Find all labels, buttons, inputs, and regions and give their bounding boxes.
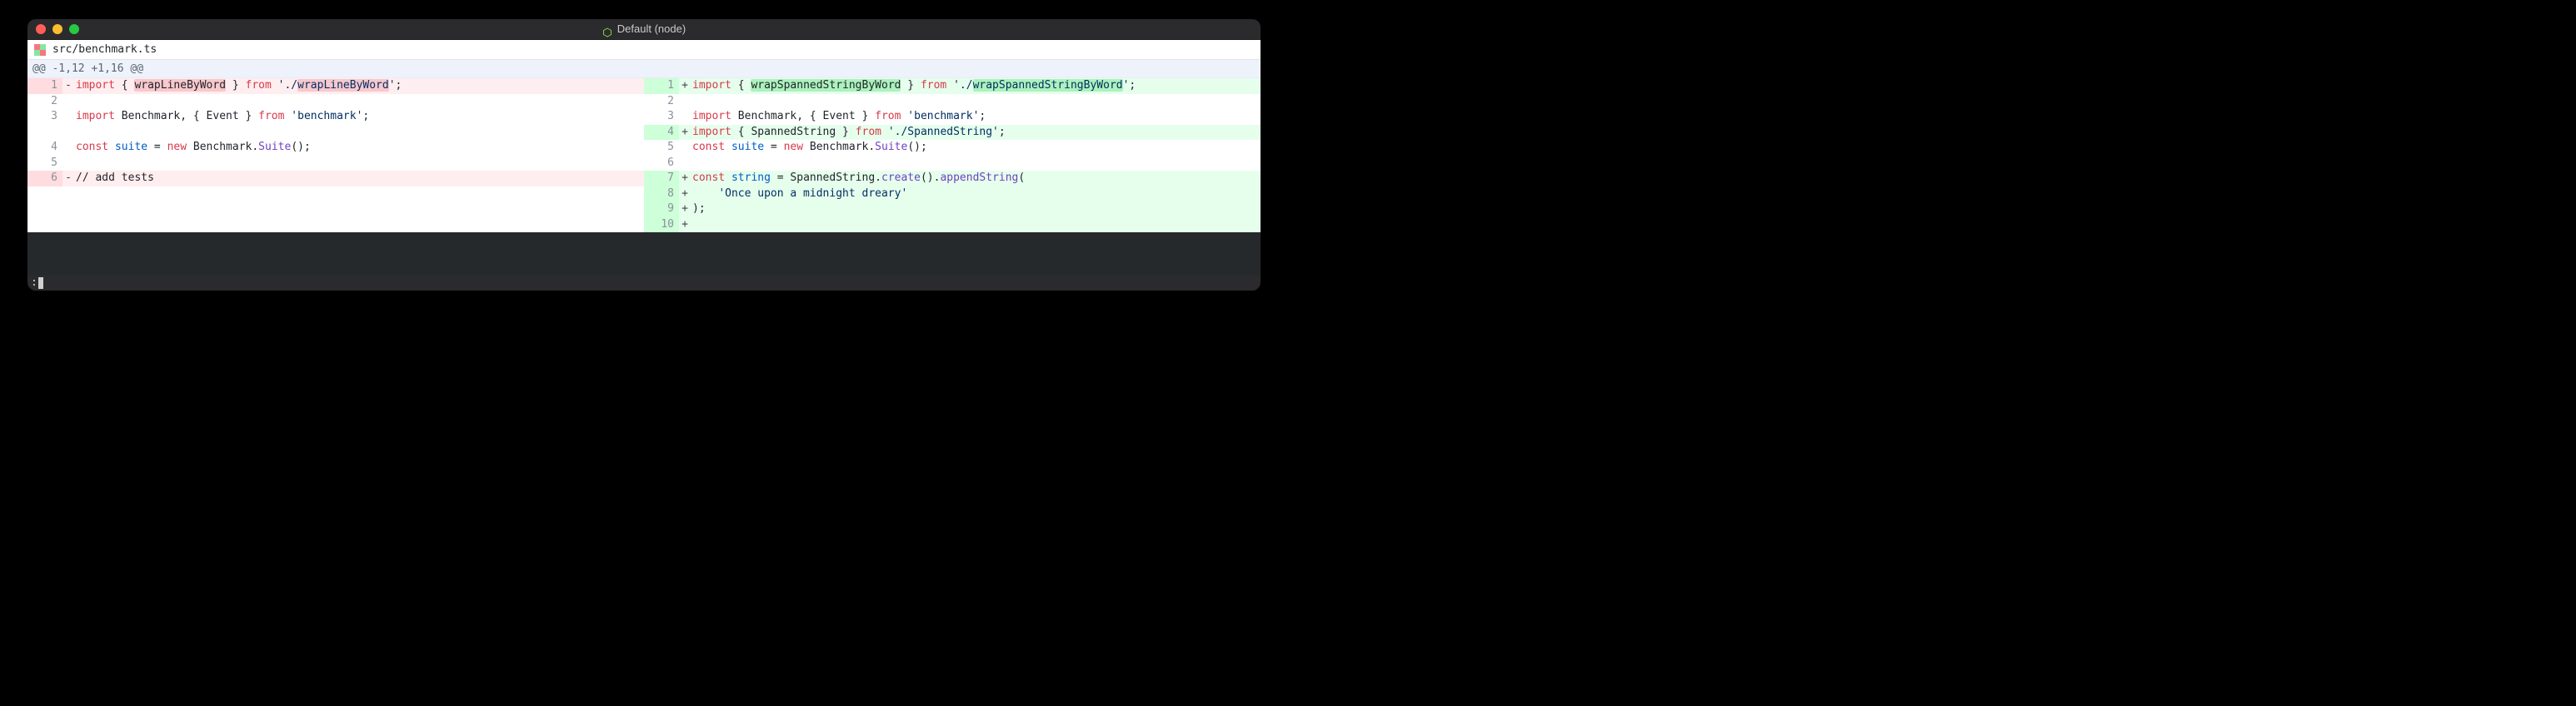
code bbox=[74, 94, 644, 110]
line-number: 2 bbox=[27, 94, 62, 110]
code: const suite = new Benchmark.Suite(); bbox=[691, 140, 1261, 156]
code bbox=[74, 156, 644, 172]
diff-marker: + bbox=[679, 186, 691, 202]
code: import Benchmark, { Event } from 'benchm… bbox=[691, 109, 1261, 125]
diff-columns: 1-import { wrapLineByWord } from './wrap… bbox=[27, 78, 1261, 232]
diff-marker bbox=[679, 109, 691, 125]
line-number: 5 bbox=[644, 140, 679, 156]
diff-left-column: 1-import { wrapLineByWord } from './wrap… bbox=[27, 78, 644, 232]
diff-line[interactable]: 1-import { wrapLineByWord } from './wrap… bbox=[27, 78, 644, 94]
diff-marker bbox=[679, 140, 691, 156]
file-changed-icon bbox=[34, 44, 46, 56]
diff-line[interactable]: 5 bbox=[27, 156, 644, 172]
diff-marker bbox=[679, 156, 691, 172]
code: const string = SpannedString.create().ap… bbox=[691, 171, 1261, 186]
minimize-icon[interactable] bbox=[52, 24, 62, 34]
diff-line[interactable]: 8+ 'Once upon a midnight dreary' bbox=[644, 186, 1261, 202]
code bbox=[691, 94, 1261, 110]
line-number: 7 bbox=[644, 171, 679, 186]
diff-line[interactable]: 3 import Benchmark, { Event } from 'benc… bbox=[644, 109, 1261, 125]
code: import Benchmark, { Event } from 'benchm… bbox=[74, 109, 644, 125]
diff-line[interactable]: 7+const string = SpannedString.create().… bbox=[644, 171, 1261, 186]
line-number: 3 bbox=[27, 109, 62, 125]
line-number: 2 bbox=[644, 94, 679, 110]
code: 'Once upon a midnight dreary' bbox=[691, 186, 1261, 202]
diff-marker bbox=[62, 140, 74, 156]
titlebar: Default (node) bbox=[27, 19, 1261, 40]
line-number: 6 bbox=[27, 171, 62, 186]
diff-line[interactable]: 9+); bbox=[644, 201, 1261, 217]
window-title: Default (node) bbox=[617, 19, 686, 39]
diff-empty-line bbox=[27, 217, 644, 233]
code: import { SpannedString } from './Spanned… bbox=[691, 125, 1261, 141]
diff-line[interactable]: 2 bbox=[644, 94, 1261, 110]
line-number: 1 bbox=[27, 78, 62, 94]
diff-line[interactable]: 5 const suite = new Benchmark.Suite(); bbox=[644, 140, 1261, 156]
diff-line[interactable]: 4+import { SpannedString } from './Spann… bbox=[644, 125, 1261, 141]
line-number: 4 bbox=[27, 140, 62, 156]
diff-marker: + bbox=[679, 217, 691, 233]
line-number: 9 bbox=[644, 201, 679, 217]
file-header: src/benchmark.ts bbox=[27, 40, 1261, 60]
diff-right-column: 1+import { wrapSpannedStringByWord } fro… bbox=[644, 78, 1261, 232]
text-cursor-icon bbox=[38, 277, 43, 289]
diff-empty-line bbox=[27, 186, 644, 202]
line-number: 5 bbox=[27, 156, 62, 172]
diff-line[interactable]: 2 bbox=[27, 94, 644, 110]
file-path: src/benchmark.ts bbox=[52, 43, 157, 56]
window-controls bbox=[36, 24, 79, 34]
node-icon bbox=[602, 24, 612, 34]
close-icon[interactable] bbox=[36, 24, 46, 34]
diff-marker: + bbox=[679, 201, 691, 217]
diff-marker: + bbox=[679, 171, 691, 186]
diff-line[interactable]: 1+import { wrapSpannedStringByWord } fro… bbox=[644, 78, 1261, 94]
line-number: 10 bbox=[644, 217, 679, 233]
hunk-header: @@ -1,12 +1,16 @@ bbox=[27, 60, 1261, 78]
line-number: 6 bbox=[644, 156, 679, 172]
code: const suite = new Benchmark.Suite(); bbox=[74, 140, 644, 156]
command-prompt: : bbox=[31, 276, 37, 291]
diff-line[interactable]: 4 const suite = new Benchmark.Suite(); bbox=[27, 140, 644, 156]
code: // add tests bbox=[74, 171, 644, 186]
diff-marker: + bbox=[679, 125, 691, 141]
diff-marker bbox=[62, 156, 74, 172]
diff-empty-line bbox=[27, 201, 644, 217]
diff-marker: - bbox=[62, 78, 74, 94]
diff-line[interactable]: 3 import Benchmark, { Event } from 'benc… bbox=[27, 109, 644, 125]
line-number: 8 bbox=[644, 186, 679, 202]
code: import { wrapSpannedStringByWord } from … bbox=[691, 78, 1261, 94]
diff-marker: + bbox=[679, 78, 691, 94]
terminal-window: Default (node) src/benchmark.ts @@ -1,12… bbox=[27, 19, 1261, 291]
code: ); bbox=[691, 201, 1261, 217]
zoom-icon[interactable] bbox=[69, 24, 79, 34]
line-number: 4 bbox=[644, 125, 679, 141]
diff-line[interactable]: 10+ bbox=[644, 217, 1261, 233]
diff-line[interactable]: 6 bbox=[644, 156, 1261, 172]
code bbox=[691, 156, 1261, 172]
diff-line[interactable]: 6-// add tests bbox=[27, 171, 644, 186]
line-number: 3 bbox=[644, 109, 679, 125]
diff-viewer[interactable]: src/benchmark.ts @@ -1,12 +1,16 @@ 1-imp… bbox=[27, 40, 1261, 232]
diff-marker bbox=[62, 109, 74, 125]
diff-marker bbox=[62, 94, 74, 110]
diff-empty-line bbox=[27, 125, 644, 141]
code: import { wrapLineByWord } from './wrapLi… bbox=[74, 78, 644, 94]
diff-marker: - bbox=[62, 171, 74, 186]
line-number: 1 bbox=[644, 78, 679, 94]
diff-marker bbox=[679, 94, 691, 110]
code bbox=[691, 217, 1261, 233]
command-bar[interactable]: : bbox=[27, 276, 1261, 291]
